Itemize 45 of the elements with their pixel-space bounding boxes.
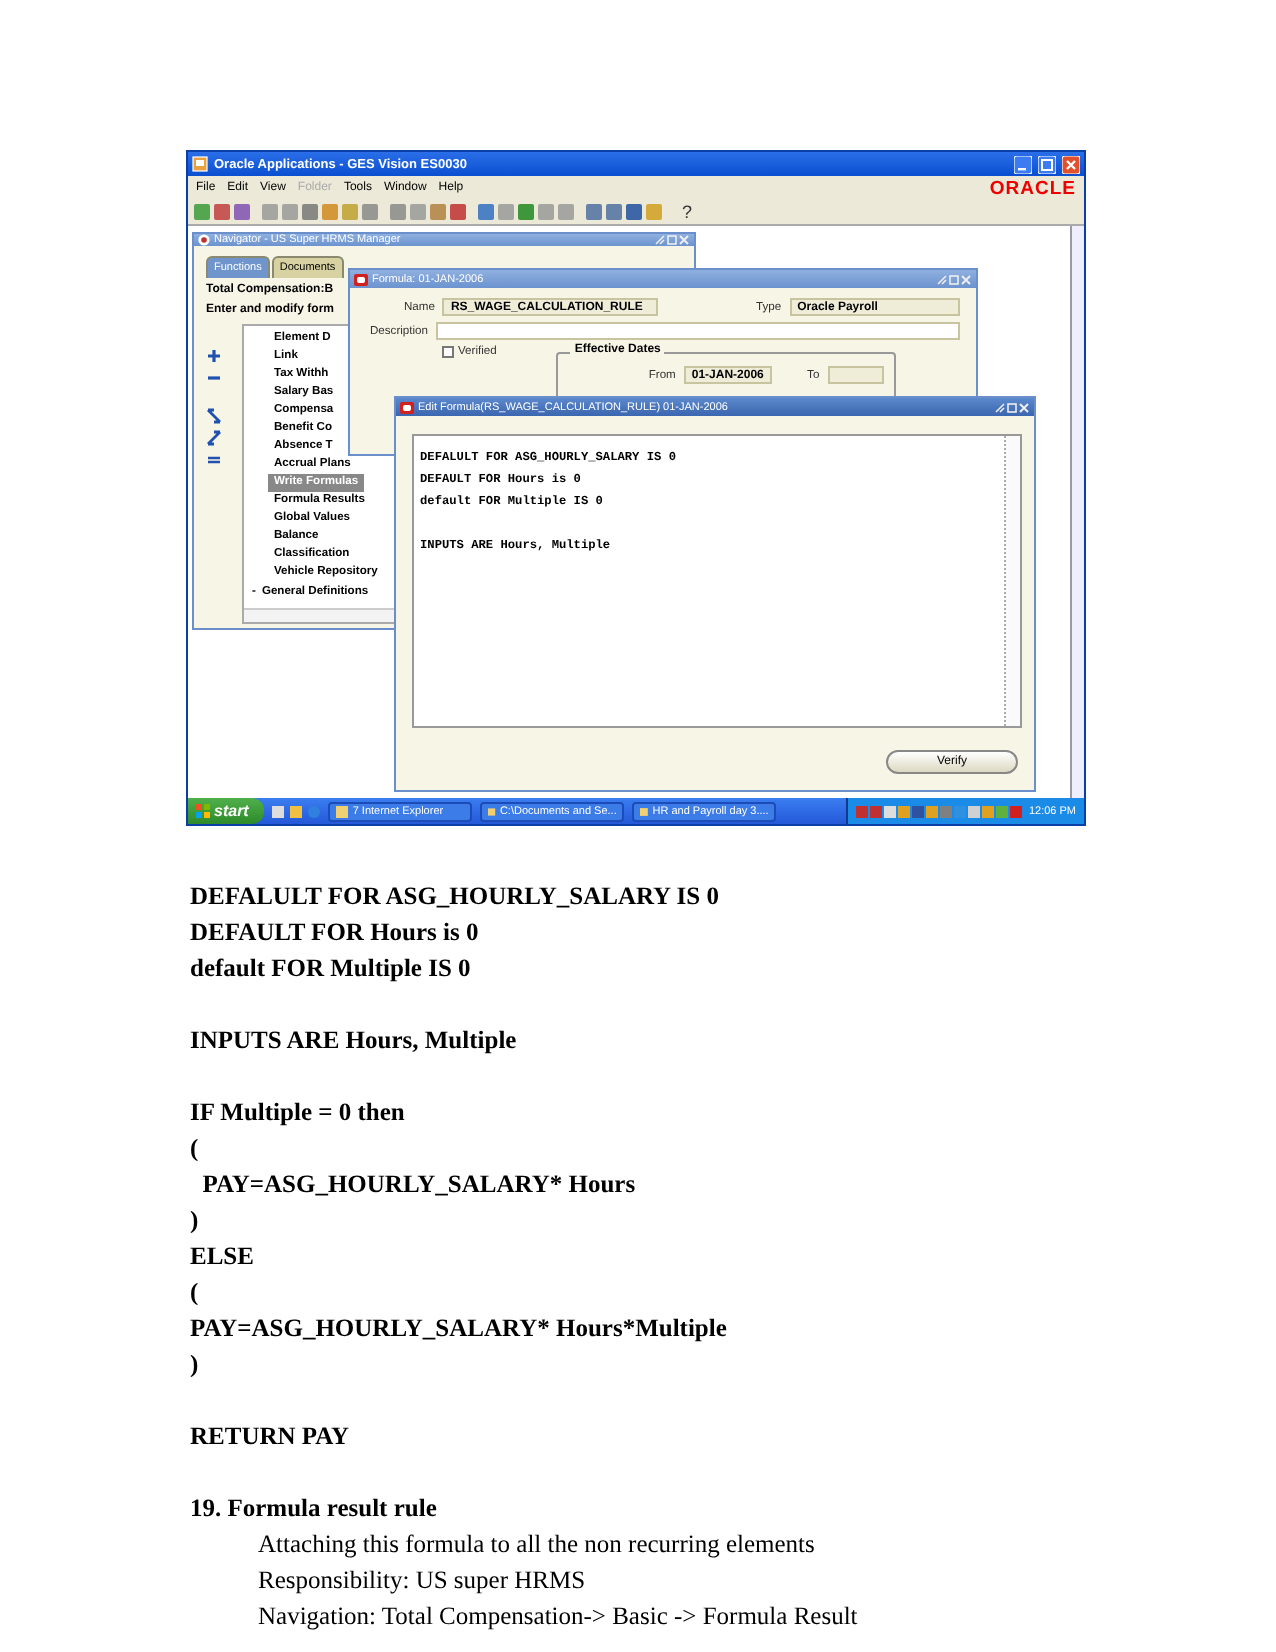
close-icon[interactable]	[1062, 155, 1080, 173]
maximize-icon[interactable]	[1038, 155, 1056, 173]
code-line: default FOR Multiple IS 0	[190, 952, 473, 986]
body-text: Attaching this formula to all the non recurring elements	[256, 1528, 817, 1562]
code-line: PAY=ASG_HOURLY_SALARY* Hours	[200, 1168, 638, 1202]
code-line: RETURN PAY	[190, 1420, 352, 1454]
description-field[interactable]	[436, 322, 960, 340]
code-line: PAY=ASG_HOURLY_SALARY* Hours*Multiple	[190, 1312, 729, 1346]
help-button[interactable]: ?	[678, 201, 697, 221]
arrows-icon[interactable]	[206, 430, 222, 446]
minus-icon[interactable]	[206, 370, 222, 386]
window-icon	[198, 234, 210, 246]
window-icon	[488, 805, 496, 817]
code-line: (	[190, 1132, 201, 1166]
oracle-logo: ORACLE	[989, 178, 1076, 200]
quick-launch-icons-drawing[interactable]	[272, 803, 321, 819]
window-icon	[354, 273, 368, 285]
scrollbar[interactable]	[1004, 436, 1020, 726]
code-line: (	[190, 1276, 201, 1310]
code-line: INPUTS ARE Hours, Multiple	[190, 1024, 519, 1058]
code-line: IF Multiple = 0 then	[190, 1096, 407, 1130]
section-heading: 19. Formula result rule	[190, 1492, 439, 1526]
body-text: Navigation: Total Compensation-> Basic -> Formula Result	[256, 1600, 860, 1634]
window-icon	[400, 401, 414, 413]
to-date-field[interactable]	[827, 366, 885, 384]
scrollbar[interactable]	[1070, 226, 1084, 798]
verified-checkbox[interactable]	[442, 346, 454, 358]
window-icon	[336, 805, 349, 817]
code-line: ELSE	[190, 1240, 256, 1274]
code-line: )	[190, 1204, 201, 1238]
arrows-icon[interactable]	[206, 408, 222, 424]
minimize-icon[interactable]	[1014, 155, 1032, 173]
app-icon	[192, 156, 208, 172]
body-text: Responsibility: US super HRMS	[256, 1564, 588, 1598]
code-line: DEFALULT FOR ASG_HOURLY_SALARY IS 0	[190, 880, 721, 914]
window-controls-icon[interactable]	[994, 401, 1030, 413]
code-line: )	[190, 1348, 201, 1382]
code-line: DEFAULT FOR Hours is 0	[190, 916, 481, 950]
lines-icon[interactable]	[206, 452, 222, 468]
window-controls-icon[interactable]	[654, 234, 690, 246]
plus-icon[interactable]	[206, 348, 222, 364]
window-icon	[640, 805, 649, 817]
window-controls-icon[interactable]	[936, 273, 972, 285]
tray-icons-drawing[interactable]	[856, 803, 1025, 819]
windows-logo-icon	[196, 804, 210, 818]
